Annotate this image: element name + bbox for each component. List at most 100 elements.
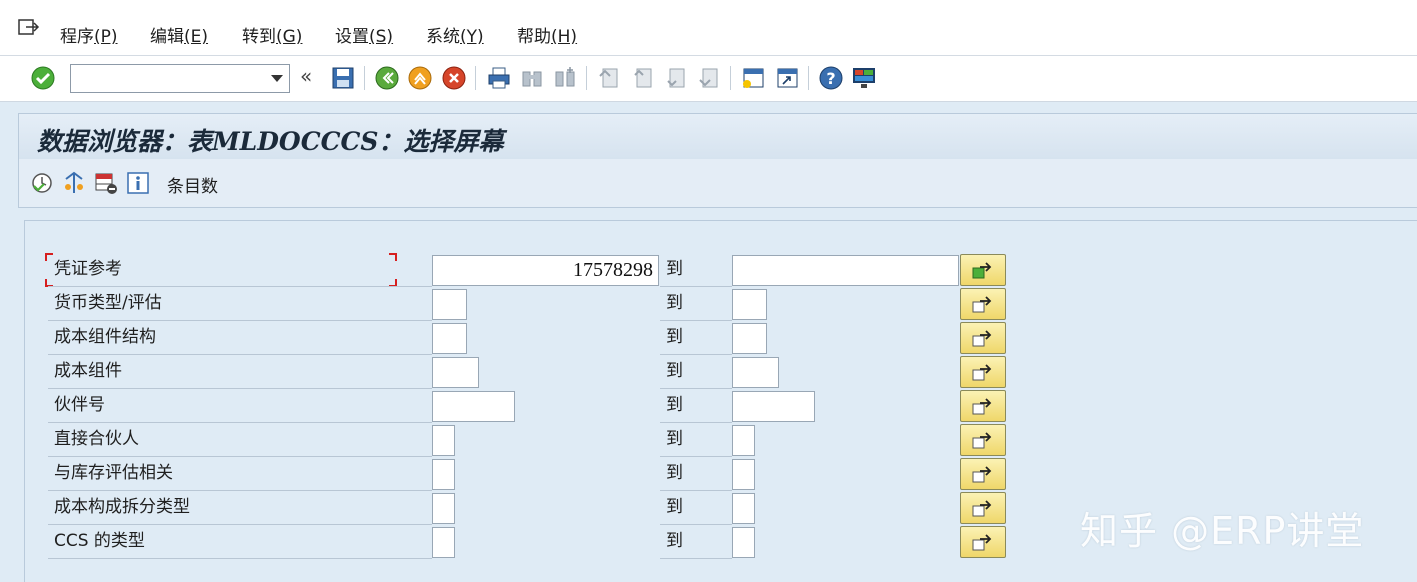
svg-text:?: ? bbox=[826, 69, 835, 88]
ccs-type-low-input[interactable] bbox=[432, 527, 455, 558]
customize-layout-button[interactable] bbox=[851, 65, 877, 91]
field-label-partner-number: 伙伴号 bbox=[48, 390, 432, 423]
multiple-selection-button[interactable] bbox=[960, 492, 1006, 524]
multiple-selection-button[interactable] bbox=[960, 526, 1006, 558]
menu-edit-label: 编辑 bbox=[150, 27, 184, 47]
command-field[interactable] bbox=[70, 64, 290, 93]
title-bar: 数据浏览器：表MLDOCCCS：选择屏幕 bbox=[18, 113, 1417, 159]
back-button[interactable] bbox=[374, 65, 400, 91]
to-label: 到 bbox=[660, 356, 732, 389]
table-minus-icon bbox=[95, 173, 117, 194]
next-page-icon bbox=[667, 68, 685, 88]
field-label-cost-component-structure: 成本组件结构 bbox=[48, 322, 432, 355]
exit-icon[interactable] bbox=[18, 19, 40, 37]
first-page-button[interactable] bbox=[596, 65, 622, 91]
menu-edit-key: (E) bbox=[184, 27, 209, 47]
next-page-button[interactable] bbox=[663, 65, 689, 91]
menu-system[interactable]: 系统(Y) bbox=[426, 22, 484, 47]
inventory-valuation-low-input[interactable] bbox=[432, 459, 455, 490]
menu-settings-label: 设置 bbox=[335, 27, 369, 47]
info-icon bbox=[127, 172, 149, 194]
ccs-type-high-input[interactable] bbox=[732, 527, 755, 558]
binoculars-plus-icon bbox=[555, 67, 575, 87]
collapse-chevron-icon[interactable]: « bbox=[300, 64, 312, 88]
previous-page-icon bbox=[634, 68, 652, 88]
command-input[interactable] bbox=[71, 65, 261, 92]
multiple-selection-icon bbox=[972, 330, 992, 347]
cancel-button[interactable] bbox=[441, 65, 467, 91]
multiple-selection-icon bbox=[972, 398, 992, 415]
field-label-inventory-valuation-relevant: 与库存评估相关 bbox=[48, 458, 432, 491]
multiple-selection-button[interactable] bbox=[960, 458, 1006, 490]
previous-page-button[interactable] bbox=[630, 65, 656, 91]
execute-clock-icon bbox=[32, 173, 52, 193]
cost-component-high-input[interactable] bbox=[732, 357, 779, 388]
cost-component-low-input[interactable] bbox=[432, 357, 479, 388]
up-arrow-icon bbox=[408, 66, 432, 90]
to-label: 到 bbox=[660, 322, 732, 355]
last-page-icon bbox=[699, 68, 718, 88]
shortcut-button[interactable] bbox=[774, 65, 800, 91]
menu-bar: 程序(P) 编辑(E) 转到(G) 设置(S) 系统(Y) 帮助(H) bbox=[0, 0, 1417, 56]
document-reference-low-input[interactable]: 17578298 bbox=[432, 255, 659, 286]
to-label: 到 bbox=[660, 390, 732, 423]
menu-help-label: 帮助 bbox=[517, 27, 551, 47]
multiple-selection-button[interactable] bbox=[960, 390, 1006, 422]
multiple-selection-button[interactable] bbox=[960, 254, 1006, 286]
find-next-button[interactable] bbox=[552, 65, 578, 91]
info-button[interactable] bbox=[126, 171, 150, 195]
direct-partner-low-input[interactable] bbox=[432, 425, 455, 456]
partner-number-high-input[interactable] bbox=[732, 391, 815, 422]
multiple-selection-button[interactable] bbox=[960, 288, 1006, 320]
application-toolbar bbox=[18, 159, 1417, 208]
currency-type-high-input[interactable] bbox=[732, 289, 767, 320]
page-title: 数据浏览器：表MLDOCCCS：选择屏幕 bbox=[37, 127, 504, 156]
document-reference-high-input[interactable] bbox=[732, 255, 959, 286]
field-label-cost-split-type: 成本构成拆分类型 bbox=[48, 492, 432, 525]
entries-count-button[interactable]: 条目数 bbox=[167, 172, 218, 197]
execute-button[interactable] bbox=[30, 171, 54, 195]
menu-settings[interactable]: 设置(S) bbox=[335, 22, 393, 47]
help-button[interactable]: ? bbox=[818, 65, 844, 91]
create-session-button[interactable] bbox=[740, 65, 766, 91]
partner-number-low-input[interactable] bbox=[432, 391, 515, 422]
menu-help[interactable]: 帮助(H) bbox=[517, 22, 577, 47]
delete-selection-button[interactable] bbox=[94, 171, 118, 195]
multiple-selection-button[interactable] bbox=[960, 322, 1006, 354]
cost-component-structure-low-input[interactable] bbox=[432, 323, 467, 354]
inventory-valuation-high-input[interactable] bbox=[732, 459, 755, 490]
exit-button[interactable] bbox=[407, 65, 433, 91]
field-label-ccs-type: CCS 的类型 bbox=[48, 526, 432, 559]
cancel-icon bbox=[442, 66, 466, 90]
multiple-selection-button[interactable] bbox=[960, 356, 1006, 388]
chevron-down-icon[interactable] bbox=[271, 75, 283, 82]
to-label: 到 bbox=[660, 288, 732, 321]
cost-split-type-high-input[interactable] bbox=[732, 493, 755, 524]
field-label-cost-component: 成本组件 bbox=[48, 356, 432, 389]
menu-edit[interactable]: 编辑(E) bbox=[150, 22, 208, 47]
toolbar-separator bbox=[364, 66, 365, 90]
new-window-icon bbox=[743, 68, 764, 88]
save-button[interactable] bbox=[330, 65, 356, 91]
multiple-selection-icon bbox=[972, 534, 992, 551]
print-button[interactable] bbox=[486, 65, 512, 91]
menu-program[interactable]: 程序(P) bbox=[60, 22, 118, 47]
watermark: 知乎 @ERP讲堂 bbox=[1080, 509, 1365, 553]
direct-partner-high-input[interactable] bbox=[732, 425, 755, 456]
menu-goto[interactable]: 转到(G) bbox=[242, 22, 302, 47]
toolbar-separator bbox=[808, 66, 809, 90]
multiple-selection-icon bbox=[972, 500, 992, 517]
enter-button[interactable] bbox=[30, 65, 56, 91]
first-page-icon bbox=[599, 68, 618, 88]
cost-component-structure-high-input[interactable] bbox=[732, 323, 767, 354]
find-button[interactable] bbox=[519, 65, 545, 91]
currency-type-low-input[interactable] bbox=[432, 289, 467, 320]
variant-icon bbox=[65, 171, 83, 193]
toolbar-separator bbox=[730, 66, 731, 90]
cost-split-type-low-input[interactable] bbox=[432, 493, 455, 524]
last-page-button[interactable] bbox=[696, 65, 722, 91]
multiple-selection-icon bbox=[972, 296, 992, 313]
monitor-icon bbox=[853, 68, 875, 88]
multiple-selection-button[interactable] bbox=[960, 424, 1006, 456]
get-variant-button[interactable] bbox=[62, 171, 86, 195]
